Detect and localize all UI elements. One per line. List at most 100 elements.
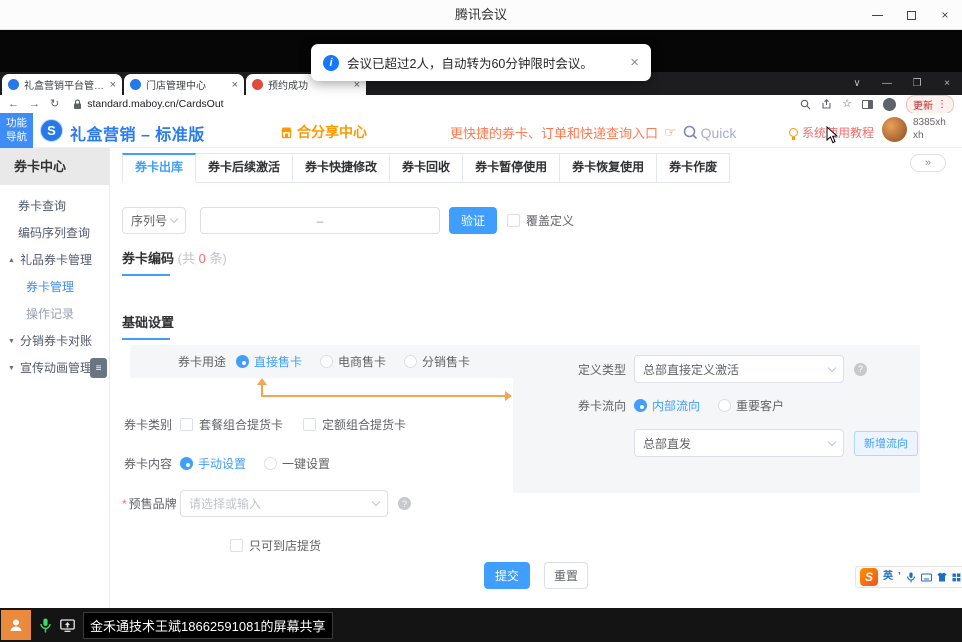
help-icon[interactable]: ?: [854, 363, 867, 376]
checkbox-label: 定额组合提货卡: [322, 416, 406, 433]
ime-skin-icon[interactable]: [937, 572, 947, 582]
side-panel-icon[interactable]: [862, 100, 873, 109]
tab-card-void[interactable]: 券卡作废: [657, 153, 730, 183]
sidebar-item-code-sequence-query[interactable]: 编码序列查询: [0, 220, 109, 247]
tab-card-outbound[interactable]: 券卡出库: [122, 153, 196, 183]
radio-manual-setup[interactable]: 手动设置: [180, 455, 246, 472]
category-row: 券卡类别 套餐组合提货卡 定额组合提货卡: [122, 416, 406, 433]
browser-close-button[interactable]: ×: [932, 72, 962, 95]
info-icon: i: [323, 55, 339, 71]
browser-minimize-button[interactable]: —: [872, 72, 902, 95]
ime-language-toggle[interactable]: 英: [883, 572, 893, 582]
nav-toggle-button[interactable]: 功能 导航: [0, 113, 33, 148]
add-flow-button[interactable]: 新增流向: [854, 431, 918, 456]
expand-button[interactable]: »: [910, 154, 946, 172]
sidebar-collapse-handle[interactable]: ≡: [90, 358, 107, 378]
browser-tab-active[interactable]: 礼盒营销平台管理中心 ×: [2, 74, 122, 95]
ime-toolbox-icon[interactable]: [952, 573, 961, 582]
checkbox-icon[interactable]: [180, 418, 193, 431]
tab-label: 券卡快捷修改: [305, 160, 377, 174]
definition-type-select[interactable]: 总部直接定义激活: [634, 355, 844, 383]
checkbox-store-pickup-only[interactable]: 只可到店提货: [230, 537, 321, 554]
pointer-hand-icon: ☞: [664, 124, 677, 141]
sidebar-item-label: 券卡查询: [18, 193, 66, 220]
help-icon[interactable]: ?: [398, 497, 411, 510]
sidebar-item-card-query[interactable]: 券卡查询: [0, 193, 109, 220]
browser-profile-icon[interactable]: [883, 98, 896, 111]
nav-toggle-label: 功能: [6, 117, 27, 130]
checkbox-icon[interactable]: [230, 539, 243, 552]
radio-off-icon: [404, 355, 417, 368]
override-checkbox-group[interactable]: 覆盖定义: [507, 212, 574, 229]
minimize-icon: [872, 15, 883, 16]
ime-punctuation-icon[interactable]: ’: [898, 572, 901, 582]
serial-input[interactable]: [200, 207, 440, 234]
brand-select[interactable]: 请选择或输入: [180, 490, 388, 517]
sogou-logo-icon[interactable]: S: [860, 568, 878, 586]
checkbox-icon[interactable]: [303, 418, 316, 431]
address-bar[interactable]: standard.maboy.cn/CardsOut: [73, 98, 223, 110]
radio-important-customer[interactable]: 重要客户: [718, 397, 784, 414]
chevron-down-icon: [372, 498, 380, 506]
submit-button[interactable]: 提交: [484, 562, 530, 589]
sidebar-item-gift-card-management[interactable]: ▲礼品券卡管理: [0, 247, 109, 274]
close-icon: ×: [941, 8, 948, 22]
quick-entry-link[interactable]: 更快捷的券卡、订单和快递查询入口 ☞ Quick: [450, 123, 736, 142]
ime-mic-icon[interactable]: [906, 572, 916, 583]
radio-ecommerce-sale[interactable]: 电商售卡: [320, 353, 386, 370]
checkbox-fixed-combo-card[interactable]: 定额组合提货卡: [303, 416, 406, 433]
sidebar-item-label: 券卡管理: [26, 274, 74, 301]
tab-card-restore[interactable]: 券卡恢复使用: [560, 153, 657, 183]
tab-close-icon[interactable]: ×: [232, 79, 238, 91]
checkbox-label: 套餐组合提货卡: [199, 416, 283, 433]
browser-update-button[interactable]: 更新 ⋮: [906, 95, 954, 114]
sidebar-item-operation-log[interactable]: 操作记录: [0, 301, 109, 328]
browser-toolbar: ← → ↻ standard.maboy.cn/CardsOut ☆ 更新 ⋮: [0, 95, 962, 113]
verify-button[interactable]: 验证: [449, 207, 497, 234]
tab-card-recycle[interactable]: 券卡回收: [390, 153, 463, 183]
radio-internal-flow[interactable]: 内部流向: [634, 397, 700, 414]
checkbox-set-combo-card[interactable]: 套餐组合提货卡: [180, 416, 283, 433]
tab-label: 券卡恢复使用: [572, 160, 644, 174]
bulb-icon: [789, 128, 798, 137]
browser-tab[interactable]: 门店管理中心 ×: [124, 74, 244, 95]
flow-label: 券卡流向: [578, 397, 626, 414]
radio-one-click-setup[interactable]: 一键设置: [264, 455, 330, 472]
toast-close-icon[interactable]: ×: [630, 55, 639, 70]
tab-card-quick-edit[interactable]: 券卡快捷修改: [293, 153, 390, 183]
radio-label: 手动设置: [198, 455, 246, 472]
quick-entry-label: 更快捷的券卡、订单和快递查询入口: [450, 123, 658, 142]
mic-icon[interactable]: [39, 618, 52, 633]
close-button[interactable]: ×: [928, 0, 962, 30]
user-menu[interactable]: 8385xh xh: [882, 117, 946, 142]
sidebar-item-distribution-reconciliation[interactable]: ▼分销券卡对账: [0, 328, 109, 355]
forward-icon[interactable]: →: [29, 99, 40, 110]
maximize-button[interactable]: [894, 0, 928, 30]
bookmark-star-icon[interactable]: ☆: [842, 99, 852, 110]
brand-logo-glyph: S: [47, 123, 56, 138]
tab-card-activate[interactable]: 券卡后续激活: [196, 153, 293, 183]
sidebar-item-card-management[interactable]: 券卡管理: [0, 274, 109, 301]
flow-select[interactable]: 总部直发: [634, 429, 844, 457]
tab-close-icon[interactable]: ×: [110, 79, 116, 91]
serial-field-select[interactable]: 序列号: [122, 207, 186, 234]
radio-distribution-sale[interactable]: 分销售卡: [404, 353, 470, 370]
share-center-link[interactable]: 合分享中心: [280, 122, 367, 142]
browser-restore-button[interactable]: ❐: [902, 72, 932, 95]
override-checkbox[interactable]: [507, 214, 520, 227]
minimize-button[interactable]: [860, 0, 894, 30]
zoom-icon[interactable]: [800, 99, 811, 110]
meeting-toast: i 会议已超过2人，自动转为60分钟限时会议。 ×: [311, 44, 651, 81]
tab-search-icon[interactable]: ∨: [842, 72, 872, 95]
category-label: 券卡类别: [122, 416, 172, 433]
kebab-menu-icon: ⋮: [937, 99, 947, 110]
chevron-down-icon: [828, 437, 836, 445]
back-icon[interactable]: ←: [8, 99, 19, 110]
radio-on-icon: [180, 457, 193, 470]
tab-card-suspend[interactable]: 券卡暂停使用: [463, 153, 560, 183]
reload-icon[interactable]: ↻: [50, 99, 59, 110]
radio-direct-sale[interactable]: 直接售卡: [236, 353, 302, 370]
reset-button[interactable]: 重置: [544, 562, 588, 589]
share-icon[interactable]: [821, 99, 832, 110]
ime-keyboard-icon[interactable]: [921, 573, 932, 582]
